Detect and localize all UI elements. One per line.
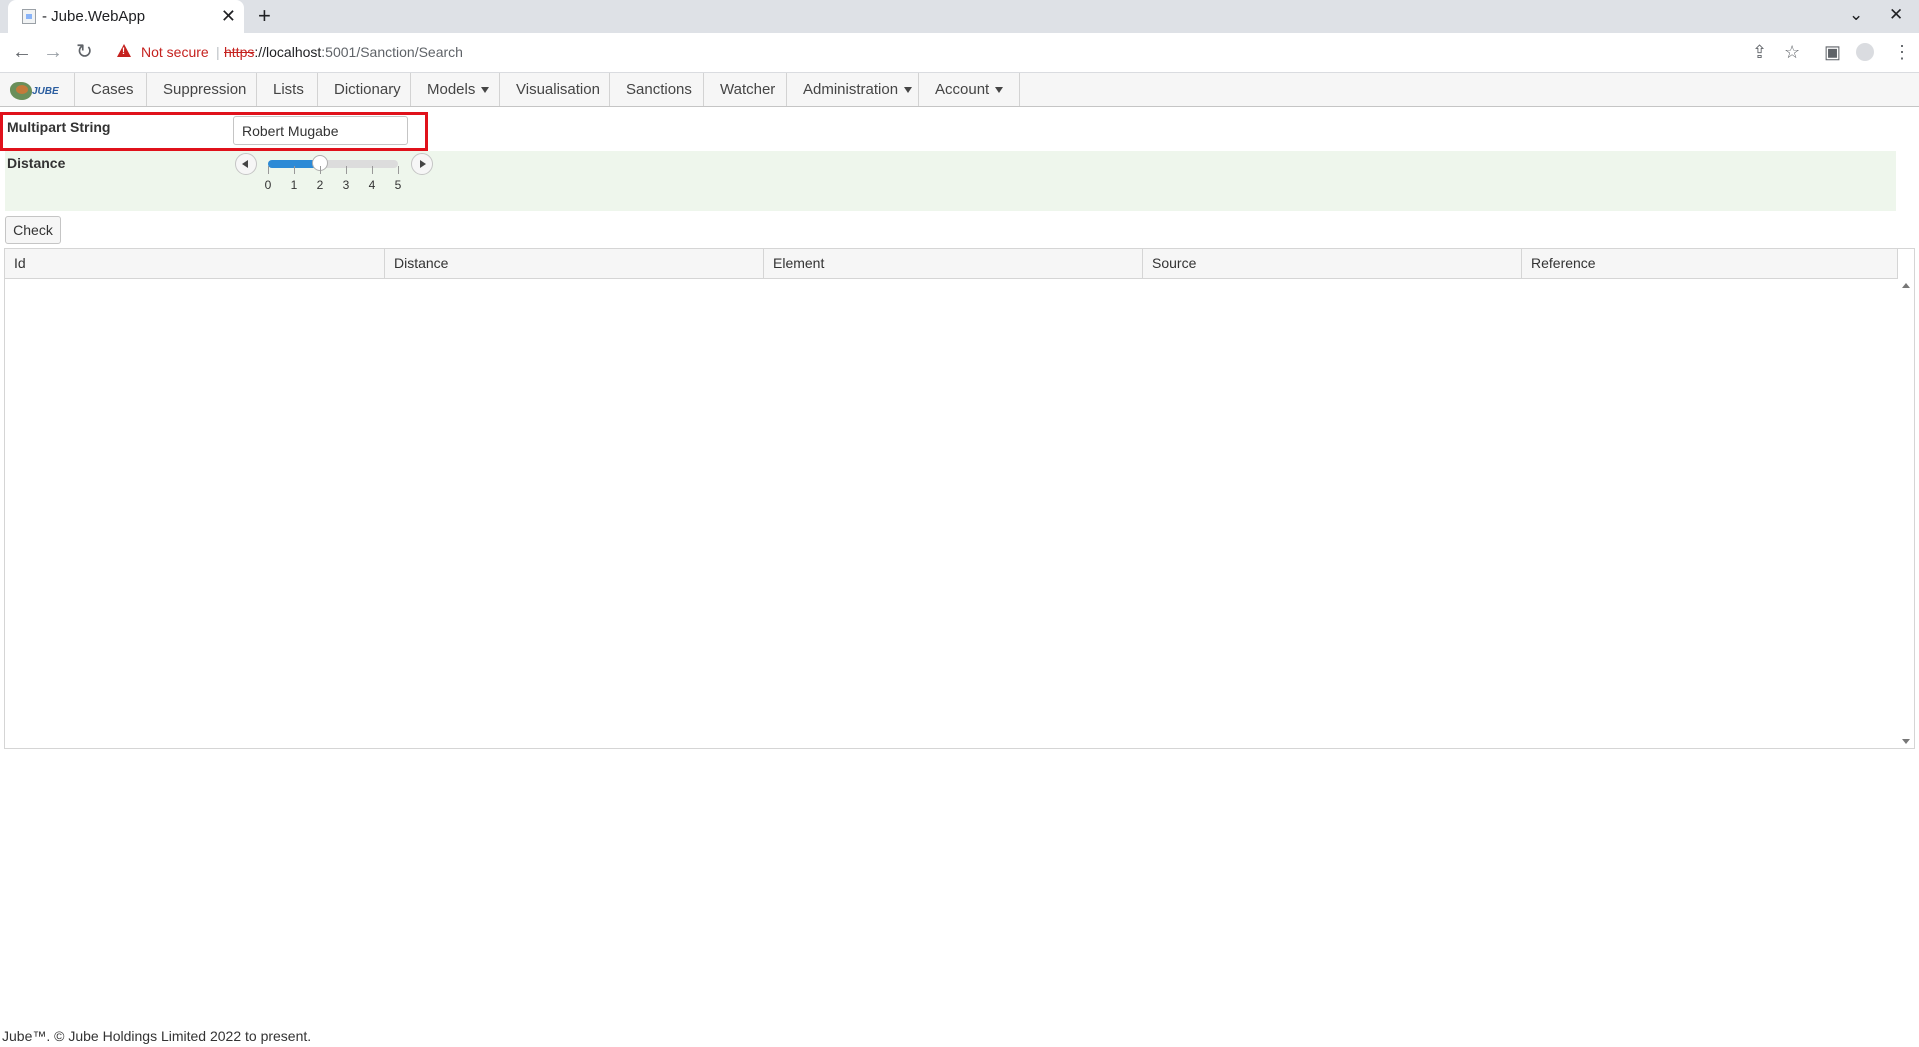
window-close-icon[interactable]: ✕ [1889,5,1903,25]
distance-tick-label: 2 [316,178,324,192]
nav-cases[interactable]: Cases [74,73,150,106]
logo-text: JUBE [32,86,59,97]
grid-scrollbar[interactable] [1898,279,1914,748]
back-icon[interactable]: ← [12,41,32,63]
nav-lists[interactable]: Lists [256,73,320,106]
share-icon[interactable]: ⇪ [1752,42,1767,62]
account-dropdown-icon [995,87,1004,94]
column-header-reference[interactable]: Reference [1522,249,1898,278]
distance-increment-icon[interactable] [411,153,433,175]
distance-tick-label: 4 [368,178,376,192]
nav-models-label: Models [427,81,476,98]
distance-tick [398,166,399,174]
distance-decrement-icon[interactable] [235,153,257,175]
url-path: :5001/Sanction/Search [321,44,463,60]
reload-icon[interactable]: ↻ [76,41,93,63]
distance-tick-label: 0 [264,178,272,192]
browser-menu-icon[interactable]: ⋮ [1893,42,1911,62]
footer-copyright: Jube™. © Jube Holdings Limited 2022 to p… [2,1028,312,1044]
column-header-source[interactable]: Source [1143,249,1522,278]
logo-mark-accent [16,85,28,94]
results-grid: Id Distance Element Source Reference [4,248,1915,749]
column-header-id[interactable]: Id [5,249,385,278]
profile-avatar-icon[interactable] [1856,43,1874,61]
jube-logo[interactable]: JUBE [10,82,59,100]
nav-lists-label: Lists [273,81,304,98]
nav-sanctions[interactable]: Sanctions [609,73,708,106]
scroll-down-icon[interactable] [1902,739,1910,744]
column-header-distance[interactable]: Distance [385,249,764,278]
close-tab-icon[interactable]: ✕ [221,6,236,26]
distance-tick [346,166,347,174]
nav-dictionary-label: Dictionary [334,81,401,98]
url-separator: | [216,44,220,60]
nav-administration-label: Administration [803,81,899,98]
distance-tick [320,166,321,174]
bookmark-star-icon[interactable]: ☆ [1784,42,1800,62]
grid-header: Id Distance Element Source Reference [5,249,1898,279]
tab-search-icon[interactable]: ⌄ [1849,5,1863,25]
nav-suppression-label: Suppression [163,81,247,98]
distance-ticks [268,166,399,176]
forward-icon[interactable]: → [43,41,63,63]
nav-cases-label: Cases [91,81,134,98]
distance-tick [372,166,373,174]
browser-tab[interactable]: - Jube.WebApp ✕ [8,0,244,33]
tab-title: - Jube.WebApp [42,8,146,25]
nav-watcher-label: Watcher [720,81,776,98]
browser-tab-bar: - Jube.WebApp ✕ + ⌄ ✕ [0,0,1919,33]
nav-administration[interactable]: Administration [786,73,928,106]
url-host: ://localhost [254,44,322,60]
distance-tick [268,166,269,174]
nav-suppression[interactable]: Suppression [146,73,262,106]
page-icon [22,9,36,24]
nav-account[interactable]: Account [918,73,1021,106]
warning-icon [117,44,131,57]
scroll-up-icon[interactable] [1902,283,1910,288]
administration-dropdown-icon [904,87,913,94]
address-bar[interactable]: https://localhost:5001/Sanction/Search [224,44,463,60]
side-panel-icon[interactable]: ▣ [1824,42,1841,62]
security-status[interactable]: Not secure [141,44,209,60]
nav-dictionary[interactable]: Dictionary [317,73,417,106]
nav-visualisation[interactable]: Visualisation [499,73,616,106]
nav-visualisation-label: Visualisation [516,81,600,98]
models-dropdown-icon [481,87,490,94]
check-button[interactable]: Check [5,216,61,244]
distance-label: Distance [7,155,66,171]
multipart-string-highlight [0,112,428,151]
column-header-element[interactable]: Element [764,249,1143,278]
distance-tick-label: 5 [394,178,402,192]
nav-account-label: Account [935,81,990,98]
browser-toolbar: ← → ↻ Not secure | https://localhost:500… [0,33,1919,73]
nav-watcher[interactable]: Watcher [703,73,791,106]
distance-tick-label: 3 [342,178,350,192]
distance-tick [294,166,295,174]
nav-models[interactable]: Models [410,73,505,106]
distance-tick-label: 1 [290,178,298,192]
new-tab-icon[interactable]: + [258,3,271,29]
url-scheme: https [224,44,255,60]
nav-sanctions-label: Sanctions [626,81,692,98]
